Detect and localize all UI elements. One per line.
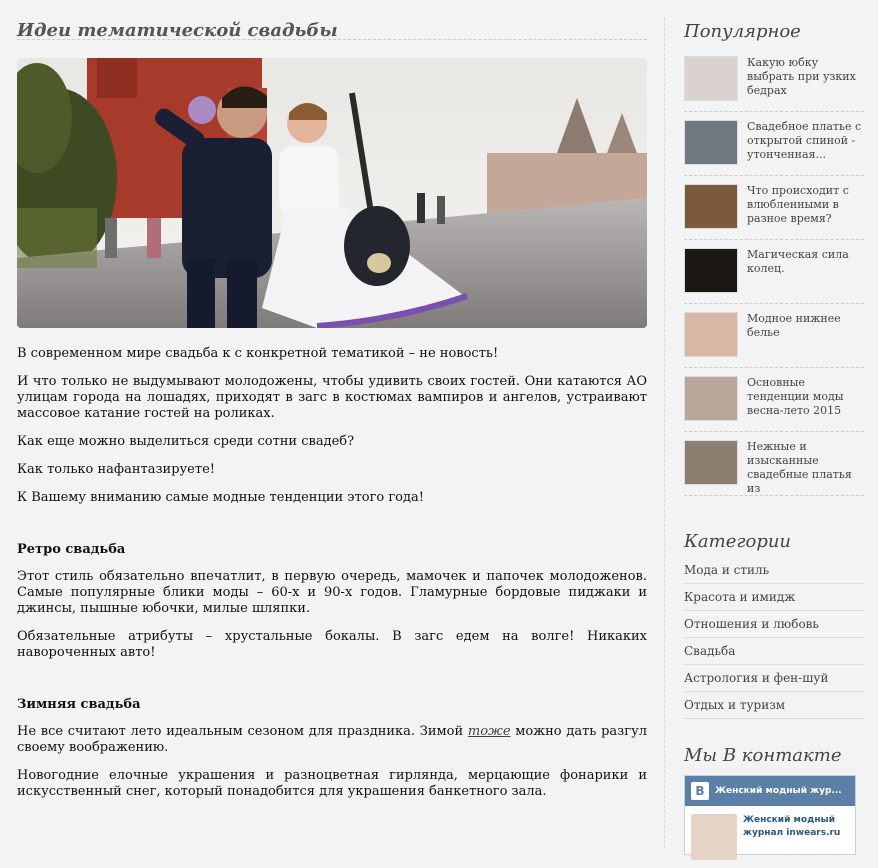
- paragraph: В современном мире свадьба к с конкретно…: [17, 346, 499, 361]
- paragraph: Этот стиль обязательно впечатлит, в перв…: [17, 569, 647, 616]
- paragraph: Как еще можно выделиться среди сотни сва…: [17, 434, 355, 449]
- popular-thumbnail[interactable]: [684, 440, 738, 485]
- category-link[interactable]: Отношения и любовь: [684, 611, 864, 638]
- popular-thumbnail[interactable]: [684, 312, 738, 357]
- paragraph: Новогодние елочные украшения и разноцвет…: [17, 768, 647, 799]
- sidebar: Популярное Какую юбку выбрать при узких …: [684, 0, 864, 860]
- column-divider: [664, 18, 666, 848]
- popular-item[interactable]: Магическая сила колец.: [684, 240, 864, 304]
- inline-link-too[interactable]: тоже: [468, 724, 511, 739]
- vk-widget[interactable]: B Женский модный жур... Женский модный ж…: [684, 775, 856, 860]
- vk-header[interactable]: B Женский модный жур...: [685, 776, 855, 806]
- popular-item[interactable]: Модное нижнее белье: [684, 304, 864, 368]
- text: Не все считают лето идеальным сезоном дл…: [17, 724, 468, 739]
- hero-image: [17, 58, 647, 328]
- category-link[interactable]: Красота и имидж: [684, 584, 864, 611]
- popular-thumbnail[interactable]: [684, 248, 738, 293]
- popular-item-label[interactable]: Модное нижнее белье: [747, 312, 864, 367]
- paragraph: И что только не выдумывают молодожены, ч…: [17, 374, 647, 421]
- category-link[interactable]: Отдых и туризм: [684, 692, 864, 719]
- popular-item-label[interactable]: Нежные и изысканные свадебные платья из: [747, 440, 864, 495]
- categories-list: Мода и стиль Красота и имидж Отношения и…: [684, 557, 864, 719]
- post-title: Идеи тематической свадьбы: [17, 0, 647, 41]
- popular-item[interactable]: Основные тенденции моды весна-лето 2015: [684, 368, 864, 432]
- popular-item[interactable]: Нежные и изысканные свадебные платья из: [684, 432, 864, 496]
- popular-thumbnail[interactable]: [684, 184, 738, 229]
- category-link[interactable]: Свадьба: [684, 638, 864, 665]
- popular-item-label[interactable]: Магическая сила колец.: [747, 248, 864, 303]
- popular-item-label[interactable]: Свадебное платье с открытой спиной - уто…: [747, 120, 864, 175]
- paragraph: Как только нафантазируете!: [17, 462, 215, 477]
- popular-item[interactable]: Что происходит с влюбленными в разное вр…: [684, 176, 864, 240]
- popular-item-label[interactable]: Что происходит с влюбленными в разное вр…: [747, 184, 864, 239]
- vk-avatar[interactable]: [691, 814, 737, 860]
- popular-thumbnail[interactable]: [684, 376, 738, 421]
- popular-title: Популярное: [684, 21, 801, 42]
- category-link[interactable]: Астрология и фен-шуй: [684, 665, 864, 692]
- popular-thumbnail[interactable]: [684, 56, 738, 101]
- popular-item-label[interactable]: Основные тенденции моды весна-лето 2015: [747, 376, 864, 431]
- section-heading-retro: Ретро свадьба: [17, 542, 126, 557]
- popular-thumbnail[interactable]: [684, 120, 738, 165]
- categories-title: Категории: [684, 531, 792, 552]
- vk-title: Мы В контакте: [684, 745, 842, 766]
- vk-logo-icon: B: [691, 782, 709, 800]
- section-heading-winter: Зимняя свадьба: [17, 697, 141, 712]
- paragraph: Обязательные атрибуты – хрустальные бока…: [17, 629, 647, 660]
- paragraph: Не все считают лето идеальным сезоном дл…: [17, 724, 647, 756]
- vk-group-title: Женский модный жур...: [715, 786, 842, 796]
- category-link[interactable]: Мода и стиль: [684, 557, 864, 584]
- vk-body: Женский модный журнал inwears.ru: [685, 806, 855, 868]
- popular-item-label[interactable]: Какую юбку выбрать при узких бедрах: [747, 56, 864, 111]
- main-content: Идеи тематической свадьбы В современном …: [17, 0, 647, 812]
- popular-item[interactable]: Свадебное платье с открытой спиной - уто…: [684, 112, 864, 176]
- popular-list: Какую юбку выбрать при узких бедрах Сваде…: [684, 48, 864, 496]
- popular-item[interactable]: Какую юбку выбрать при узких бедрах: [684, 48, 864, 112]
- paragraph: К Вашему вниманию самые модные тенденции…: [17, 490, 424, 505]
- vk-group-name[interactable]: Женский модный журнал inwears.ru: [743, 814, 849, 860]
- article-body: В современном мире свадьба к с конкретно…: [17, 346, 647, 800]
